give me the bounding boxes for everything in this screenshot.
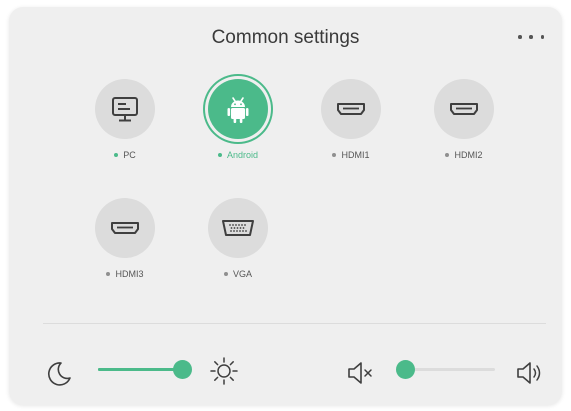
speaker-mute-icon [348,362,372,384]
more-dot [529,35,533,39]
source-hdmi2-circle [434,79,494,139]
source-pc-label: PC [123,150,136,160]
source-pc[interactable]: PC [70,79,180,160]
source-hdmi3-label: HDMI3 [115,269,144,279]
source-label: HDMI3 [70,269,180,279]
status-dot [217,153,222,157]
source-hdmi2-label: HDMI2 [454,150,483,160]
android-icon [227,97,249,123]
hdmi-port-icon [111,222,139,234]
source-hdmi2[interactable]: HDMI2 [409,79,519,160]
source-label: PC [70,150,180,160]
sun-icon [210,357,238,385]
brightness-slider[interactable] [98,360,192,379]
brightness-slider-fill [98,368,182,371]
source-vga-label: VGA [232,269,252,279]
more-dot [540,35,544,39]
source-android[interactable]: Android [183,79,293,160]
source-hdmi1-label: HDMI1 [341,150,370,160]
source-label: HDMI2 [409,150,519,160]
section-divider [43,323,546,324]
monitor-icon [112,97,138,122]
more-dot [518,35,522,39]
source-android-circle [208,79,268,139]
status-dot [114,153,119,157]
source-hdmi3[interactable]: HDMI3 [70,198,180,279]
volume-slider[interactable] [395,360,495,379]
source-vga-circle [208,198,268,258]
source-vga[interactable]: VGA [183,198,293,279]
source-label: HDMI1 [296,150,406,160]
volume-slider-thumb[interactable] [395,360,415,379]
source-pc-circle [95,79,155,139]
source-hdmi1-circle [321,79,381,139]
source-android-label: Android [226,150,259,160]
common-settings-panel: Common settings PC Android HDMI1 HDMI2 H… [9,7,562,405]
source-hdmi3-circle [95,198,155,258]
hdmi-port-icon [337,103,365,115]
brightness-slider-thumb[interactable] [172,360,192,379]
speaker-loud-icon [517,362,541,384]
hdmi-port-icon [450,103,478,115]
source-hdmi1[interactable]: HDMI1 [296,79,406,160]
source-label: Android [183,150,293,160]
panel-title: Common settings [211,27,360,48]
source-label: VGA [183,269,293,279]
status-dot [332,153,337,157]
status-dot [445,153,450,157]
more-options-icon[interactable] [518,29,544,45]
status-dot [223,272,228,276]
vga-port-icon [222,220,254,236]
status-dot [106,272,111,276]
moon-icon [47,362,71,386]
